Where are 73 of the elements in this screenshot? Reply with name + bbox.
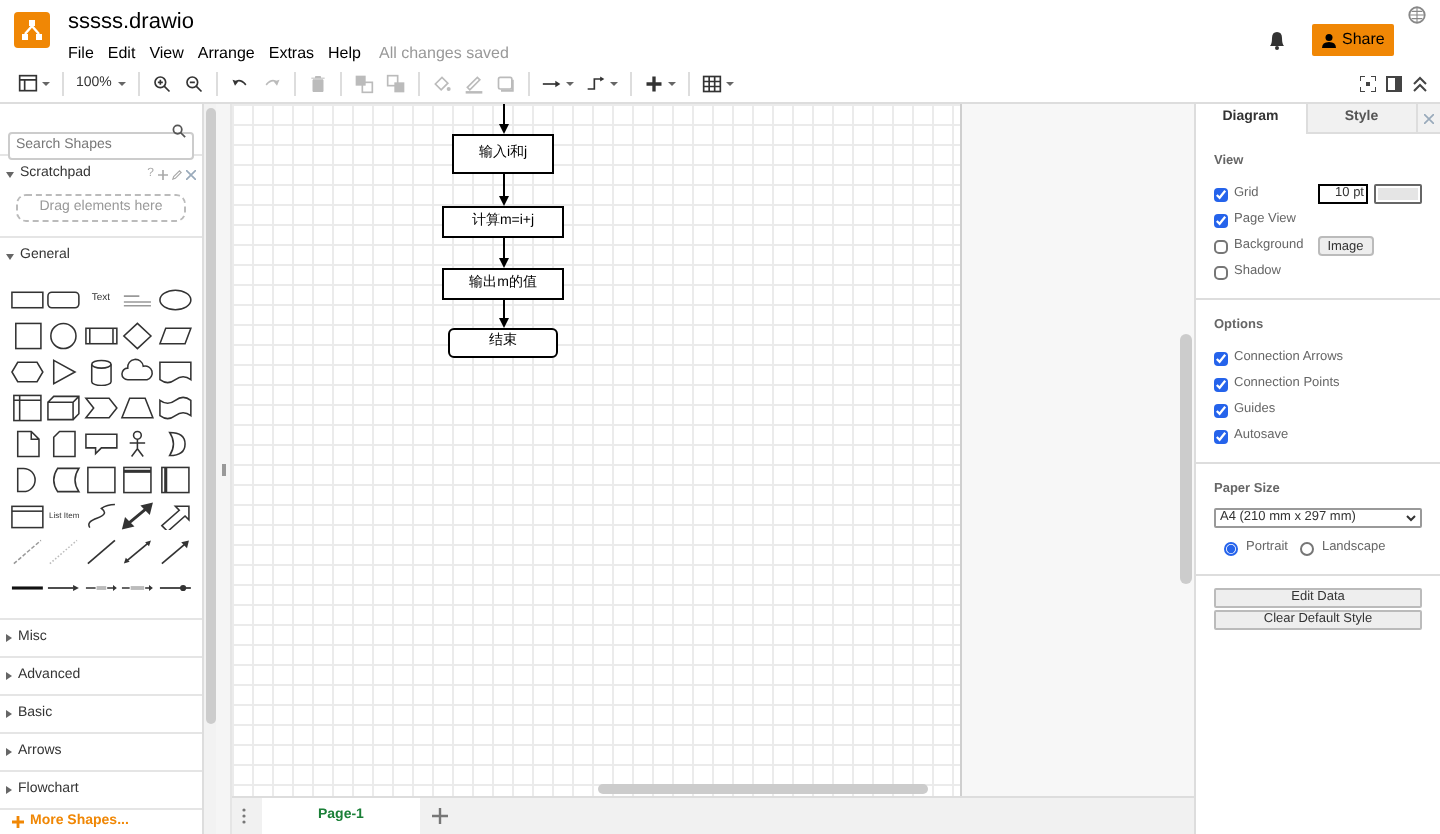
panel-toggle-icon[interactable]: [1386, 76, 1402, 92]
connector-arrow[interactable]: [497, 238, 509, 268]
elbow-connector-icon[interactable]: [585, 74, 618, 94]
document-title[interactable]: sssss.drawio: [68, 8, 509, 36]
scrollbar-thumb[interactable]: [1180, 334, 1192, 584]
checkbox[interactable]: [1214, 429, 1228, 443]
dotted-line-icon[interactable]: [46, 538, 82, 566]
circle-icon[interactable]: [46, 322, 82, 350]
table-icon[interactable]: [701, 74, 734, 94]
fullscreen-icon[interactable]: [1360, 76, 1376, 92]
zoom-in-icon[interactable]: [151, 74, 172, 94]
square-icon[interactable]: [83, 466, 119, 494]
add-page-icon[interactable]: [431, 808, 448, 824]
search-icon[interactable]: [172, 123, 186, 137]
process-icon[interactable]: [83, 322, 119, 350]
menu-item[interactable]: View: [149, 42, 184, 66]
trapezoid-icon[interactable]: [120, 394, 156, 422]
cloud-icon[interactable]: [120, 358, 156, 386]
plus-icon: [12, 816, 24, 828]
grid-color-swatch[interactable]: [1374, 184, 1422, 205]
plus-icon[interactable]: [643, 74, 676, 94]
callout-icon[interactable]: [83, 430, 119, 458]
step-icon[interactable]: [83, 394, 119, 422]
list-container-icon[interactable]: [10, 502, 45, 530]
checkbox[interactable]: [1214, 187, 1228, 202]
rectangle-icon[interactable]: [10, 286, 45, 314]
checkbox[interactable]: [1214, 351, 1228, 365]
panel-layout-icon[interactable]: [18, 74, 50, 94]
hexagon-icon[interactable]: [10, 358, 45, 386]
checkbox[interactable]: [1214, 213, 1228, 228]
curve-icon[interactable]: [83, 502, 119, 530]
radio-button[interactable]: [1299, 541, 1314, 556]
line-icon[interactable]: [83, 538, 119, 566]
splitter-handle[interactable]: [221, 463, 225, 475]
square-icon[interactable]: [10, 322, 45, 350]
collapse-icon[interactable]: [1412, 76, 1428, 92]
tape-icon[interactable]: [157, 394, 192, 422]
document-icon[interactable]: [157, 358, 192, 386]
save-status: All changes saved: [378, 42, 509, 66]
checkbox[interactable]: [1214, 239, 1228, 254]
arrow-outline-icon[interactable]: [157, 502, 192, 530]
rounded-rectangle-icon[interactable]: [46, 286, 82, 314]
bell-icon[interactable]: [1268, 30, 1286, 50]
cube-icon[interactable]: [46, 394, 82, 422]
frame-icon[interactable]: [157, 466, 192, 494]
connector-arrow[interactable]: [497, 300, 509, 328]
ellipse-icon[interactable]: [157, 286, 192, 314]
app-logo: [14, 12, 50, 48]
menu-item[interactable]: Extras: [268, 42, 315, 66]
bidirectional-arrow-icon[interactable]: [120, 538, 156, 566]
person-icon: [1322, 33, 1336, 47]
connector-arrow[interactable]: [497, 174, 509, 206]
menu-item[interactable]: Help: [328, 42, 361, 66]
connector-arrow[interactable]: [497, 104, 509, 134]
chevron-down-icon: [1406, 514, 1416, 523]
double-arrow-icon[interactable]: [120, 502, 156, 530]
globe-icon[interactable]: [1408, 6, 1426, 24]
checkbox[interactable]: [1214, 265, 1228, 280]
checkbox[interactable]: [1214, 377, 1228, 391]
frame-icon[interactable]: [120, 466, 156, 494]
menu-item[interactable]: Arrange: [197, 42, 255, 66]
zoom-out-icon[interactable]: [183, 74, 204, 94]
internal-storage-icon[interactable]: [10, 394, 45, 422]
parallelogram-icon[interactable]: [157, 322, 192, 350]
checkbox[interactable]: [1214, 403, 1228, 417]
diamond-icon[interactable]: [120, 322, 156, 350]
radio-button[interactable]: [1224, 541, 1238, 556]
menu-item[interactable]: Edit: [107, 42, 136, 66]
menu-item[interactable]: File: [68, 42, 94, 66]
scrollbar-thumb[interactable]: [206, 108, 216, 724]
arrow-icon[interactable]: [157, 538, 192, 566]
scrollbar-thumb[interactable]: [598, 784, 928, 794]
share-button[interactable]: Share: [1312, 24, 1395, 56]
